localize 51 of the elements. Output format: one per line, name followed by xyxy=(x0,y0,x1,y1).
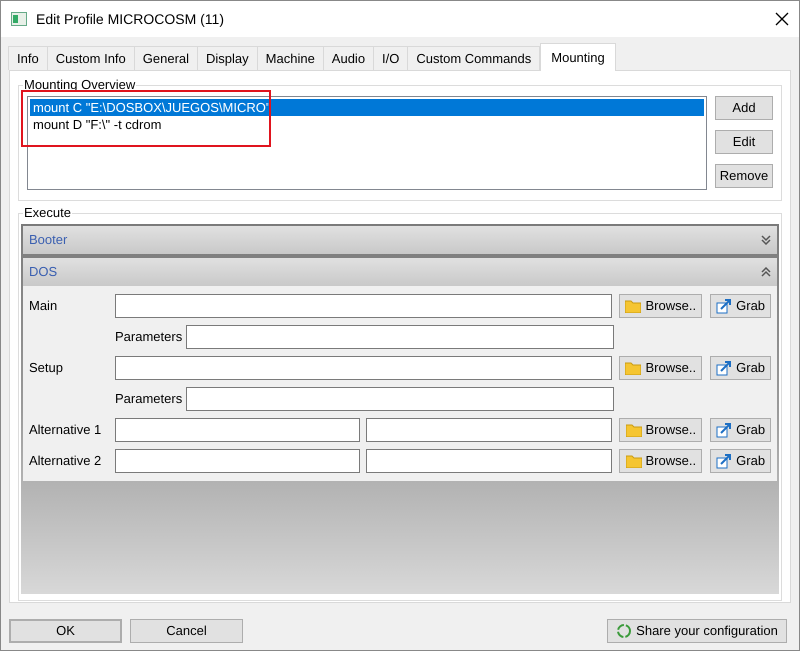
grab-button[interactable]: Grab xyxy=(710,356,772,380)
list-item[interactable]: mount C "E:\DOSBOX\JUEGOS\MICRO" xyxy=(30,99,704,116)
folder-icon xyxy=(626,424,642,436)
field-label: Main xyxy=(29,297,58,316)
list-item[interactable]: mount D "F:\" -t cdrom xyxy=(30,116,704,133)
section-title: DOS xyxy=(29,263,58,282)
arrow-icon xyxy=(716,360,732,376)
refresh-icon xyxy=(616,623,632,639)
list-action-button[interactable]: Add xyxy=(715,96,773,120)
close-icon[interactable] xyxy=(775,12,789,26)
browse-button[interactable]: Browse.. xyxy=(619,356,702,380)
field-label: Alternative 2 xyxy=(29,452,102,470)
arrow-icon xyxy=(716,422,732,438)
text-field[interactable] xyxy=(366,449,612,473)
grab-button[interactable]: Grab xyxy=(710,418,772,442)
share-button[interactable]: Share your configuration xyxy=(607,619,787,643)
window-title: Edit Profile MICROCOSM (11) xyxy=(36,10,224,29)
browse-button[interactable]: Browse.. xyxy=(619,418,702,442)
text-field[interactable] xyxy=(186,325,614,349)
arrow-icon xyxy=(716,298,732,314)
section-title: Booter xyxy=(29,231,68,250)
text-field[interactable] xyxy=(366,418,612,442)
text-field[interactable] xyxy=(114,356,612,380)
field-label: Parameters xyxy=(115,328,184,346)
list-action-button[interactable]: Edit xyxy=(715,130,773,154)
section-header[interactable]: Booter xyxy=(23,226,777,254)
folder-icon xyxy=(625,300,642,312)
cancel-button[interactable]: Cancel xyxy=(130,619,243,643)
field-label: Parameters xyxy=(115,390,184,408)
tab[interactable]: Info xyxy=(8,46,48,70)
tab[interactable]: Mounting xyxy=(540,43,616,71)
tab[interactable]: Custom Commands xyxy=(407,46,540,70)
ok-button[interactable]: OK xyxy=(9,619,122,643)
window-icon xyxy=(11,12,27,26)
arrow-icon xyxy=(716,453,732,469)
section-header[interactable]: DOS xyxy=(23,258,777,286)
grab-button[interactable]: Grab xyxy=(710,294,772,318)
expand-icon[interactable] xyxy=(761,235,771,245)
text-field[interactable] xyxy=(114,294,612,318)
field-label: Alternative 1 xyxy=(29,421,102,440)
browse-button[interactable]: Browse.. xyxy=(619,294,702,318)
text-field[interactable] xyxy=(114,418,360,442)
text-field[interactable] xyxy=(186,387,614,411)
text-field[interactable] xyxy=(114,449,360,473)
collapse-icon[interactable] xyxy=(761,267,771,277)
field-label: Setup xyxy=(29,359,64,378)
browse-button[interactable]: Browse.. xyxy=(619,449,702,473)
grab-button[interactable]: Grab xyxy=(710,449,772,473)
folder-icon xyxy=(625,362,642,374)
folder-icon xyxy=(626,454,642,468)
list-action-button[interactable]: Remove xyxy=(715,164,773,188)
